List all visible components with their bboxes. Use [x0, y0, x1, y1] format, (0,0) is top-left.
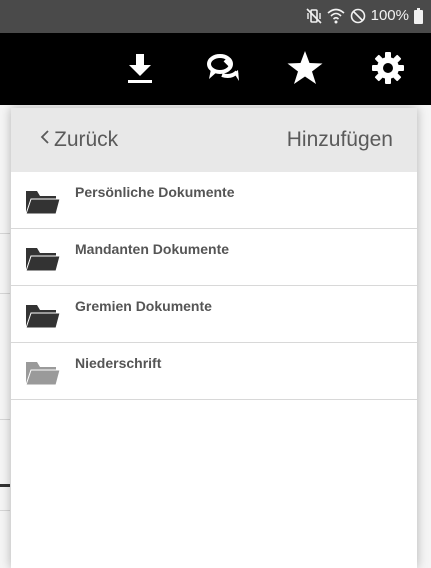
folder-label: Mandanten Dokumente: [75, 241, 230, 257]
status-icons: 100%: [306, 7, 423, 25]
folder-item-mandanten-dokumente[interactable]: Mandanten Dokumente: [11, 229, 417, 286]
settings-button[interactable]: [368, 51, 408, 89]
favorites-button[interactable]: [285, 50, 325, 91]
chevron-left-icon: [38, 128, 52, 152]
folder-label: Gremien Dokumente: [75, 298, 212, 314]
gear-icon: [371, 51, 405, 90]
folder-icon: [25, 245, 61, 273]
add-button[interactable]: Hinzufügen: [287, 127, 393, 153]
divider: [0, 293, 10, 294]
folder-icon: [25, 188, 61, 216]
divider: [0, 484, 10, 487]
mute-vibrate-icon: [306, 8, 322, 24]
app-header: [0, 33, 431, 105]
battery-icon: [414, 8, 423, 24]
folder-item-persoenliche-dokumente[interactable]: Persönliche Dokumente: [11, 172, 417, 229]
folder-list: Persönliche Dokumente Mandanten Dokument…: [11, 172, 417, 400]
popover-header: Zurück Hinzufügen: [11, 108, 417, 172]
chat-button[interactable]: [203, 51, 243, 89]
folder-item-gremien-dokumente[interactable]: Gremien Dokumente: [11, 286, 417, 343]
folder-label: Niederschrift: [75, 355, 162, 371]
wifi-icon: [327, 8, 345, 24]
do-not-disturb-icon: [350, 8, 366, 24]
folder-popover: Zurück Hinzufügen Persönliche Dokumente …: [11, 108, 417, 568]
download-icon: [125, 52, 155, 89]
folder-icon: [25, 359, 61, 387]
folder-icon: [25, 302, 61, 330]
back-label: Zurück: [54, 128, 119, 151]
chat-icon: [205, 51, 241, 90]
folder-label: Persönliche Dokumente: [75, 184, 235, 200]
star-icon: [286, 50, 324, 91]
divider: [0, 233, 10, 234]
divider: [0, 510, 10, 511]
divider: [0, 419, 10, 420]
folder-item-niederschrift[interactable]: Niederschrift: [11, 343, 417, 400]
back-button[interactable]: Zurück: [38, 127, 118, 153]
download-button[interactable]: [120, 51, 160, 89]
status-bar: 100%: [0, 0, 431, 33]
battery-percent: 100%: [370, 7, 409, 24]
